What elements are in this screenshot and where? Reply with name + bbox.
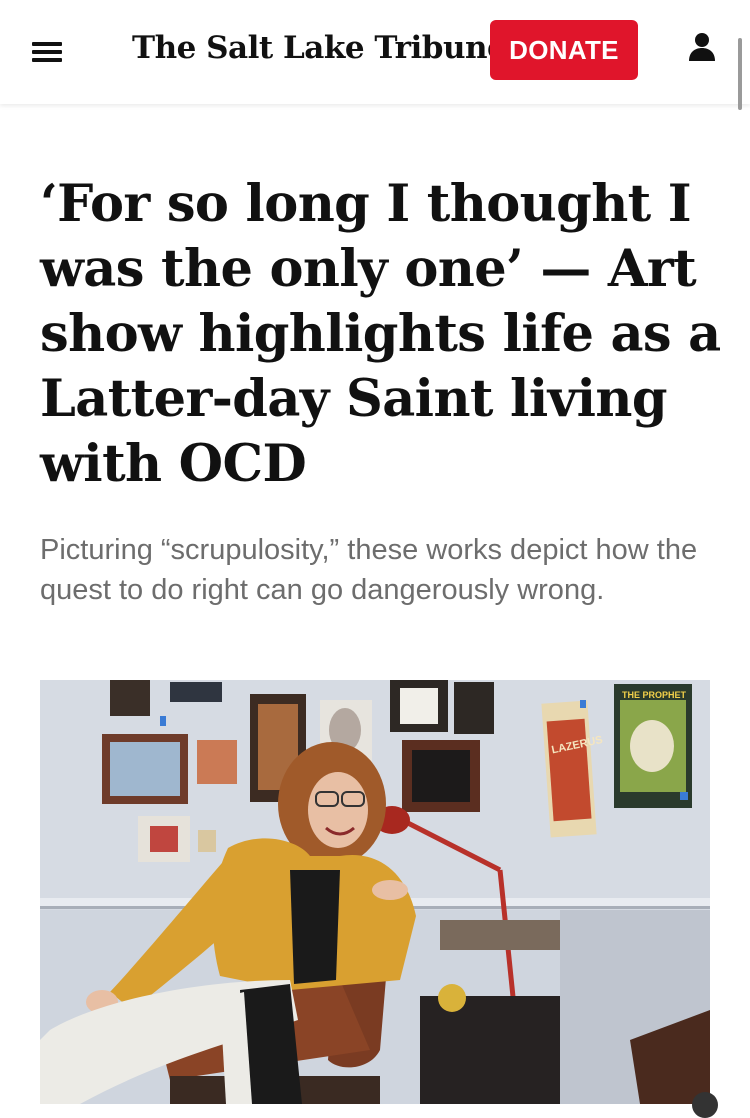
prophet-poster-title: THE PROPHET <box>622 690 687 700</box>
prophet-poster: THE PROPHET <box>614 684 692 808</box>
wall-frame <box>454 682 494 734</box>
masthead-logo[interactable]: The Salt Lake Tribune <box>132 30 507 66</box>
wall-frame <box>110 680 150 716</box>
wall-frame <box>198 830 216 852</box>
wall-frame <box>197 740 237 784</box>
user-account-icon[interactable] <box>688 32 716 62</box>
hamburger-menu-icon[interactable] <box>30 38 66 66</box>
page-scrollbar[interactable] <box>738 38 742 110</box>
wall-frame <box>170 682 222 702</box>
site-header: The Salt Lake Tribune DONATE <box>0 0 750 104</box>
article-lead-photo[interactable]: LAZERUS THE PROPHET <box>40 680 710 1104</box>
article-dek: Picturing “scrupulosity,” these works de… <box>40 534 698 606</box>
scroll-indicator[interactable] <box>692 1092 718 1118</box>
donate-button[interactable]: DONATE <box>490 20 638 80</box>
article-headline: ‘For so long I thought I was the only on… <box>40 174 721 494</box>
